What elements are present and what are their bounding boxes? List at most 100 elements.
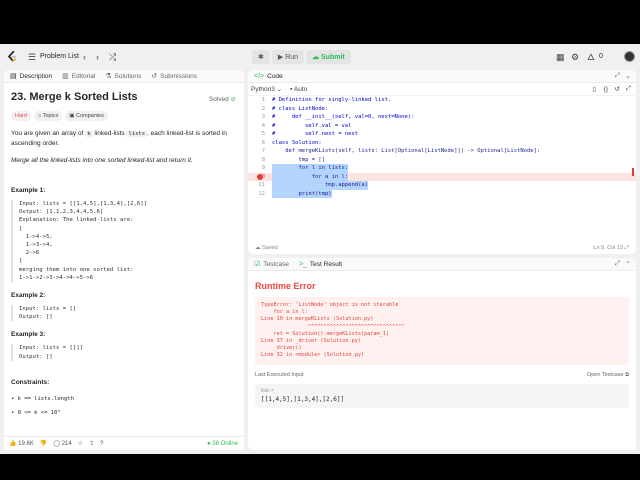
problem-list-link[interactable]: Problem List	[40, 53, 79, 60]
constraints-list: • k == lists.length • 0 <= k <= 10⁴	[11, 392, 237, 420]
example-3-body: Input: lists = [[]] Output: []	[11, 344, 237, 361]
debug-button[interactable]: ✱	[252, 50, 270, 64]
tab-code[interactable]: </> Code	[254, 73, 283, 80]
coins-count: 0	[599, 53, 603, 60]
tab-submissions-label: Submissions	[160, 72, 198, 80]
code-line: 1 # Definition for singly-linked list.	[248, 96, 636, 105]
tab-description[interactable]: ▤ Description	[10, 73, 52, 80]
prev-problem-icon[interactable]: ‹	[83, 52, 86, 62]
like-button[interactable]: 👍 19.6K	[9, 440, 34, 447]
code-text: tmp = []	[272, 156, 325, 163]
editor-status-bar: ☁ Saved Ln 9, Col 13 ⤢	[248, 242, 636, 254]
next-problem-icon[interactable]: ›	[96, 52, 99, 62]
intro-code-k: k	[85, 131, 93, 137]
difficulty-badge: Hard	[11, 111, 31, 121]
autocomplete-toggle[interactable]: ▪ Auto	[290, 86, 307, 93]
help-button[interactable]: ?	[100, 441, 103, 447]
fullscreen-icon[interactable]: ⤢	[626, 85, 631, 93]
settings-icon[interactable]: ⚙	[571, 52, 579, 62]
description-panel: ▤ Description ▥ Editorial ⚗ Solutions ↺ Subm…	[4, 70, 244, 450]
comment-count: 214	[61, 441, 72, 447]
code-text: # self.next = next	[272, 131, 359, 137]
autocomplete-label: Auto	[293, 85, 308, 93]
bug-icon: ✱	[258, 53, 264, 61]
submit-button[interactable]: ☁ Submit	[306, 50, 351, 64]
history-icon: ↺	[151, 72, 158, 80]
code-text: tmp.append(a)	[272, 181, 369, 190]
code-line: 4 # self.val = val	[248, 122, 636, 131]
share-icon: ⇪	[89, 441, 95, 447]
code-editor[interactable]: 1 # Definition for singly-linked list. 2 #…	[248, 96, 636, 241]
topics-tag[interactable]: ⌂ Topics	[33, 111, 63, 121]
code-line-selected: 11 tmp.append(a)	[248, 181, 636, 190]
play-icon: ▶	[277, 53, 284, 61]
line-number: 8	[261, 156, 265, 163]
run-button[interactable]: ▶ Run	[271, 50, 305, 64]
tab-testcase[interactable]: ☑ Testcase	[254, 261, 289, 268]
online-count: ● 36 Online	[207, 440, 238, 447]
shuffle-icon[interactable]: ⤮	[109, 52, 116, 62]
line-number: 9	[261, 165, 265, 171]
dislike-button[interactable]: 👎	[40, 440, 47, 447]
example-2-heading: Example 2:	[11, 292, 46, 300]
saved-status: ☁ Saved	[255, 245, 278, 251]
code-line: 8 tmp = []	[248, 156, 636, 165]
tab-code-label: Code	[267, 72, 283, 80]
layout-icon[interactable]: ▦	[556, 52, 565, 62]
line-number: 1	[261, 97, 265, 103]
result-title: Runtime Error	[255, 281, 316, 291]
tab-description-label: Description	[19, 72, 53, 80]
example-3-heading: Example 3:	[11, 331, 46, 339]
code-line-selected: 9 for l in lists:	[248, 164, 636, 173]
code-text: for a in l:	[272, 172, 349, 181]
code-text: # def __init__(self, val=0, next=None):	[272, 114, 415, 120]
intro-text-a: You are given an array of	[11, 130, 86, 137]
last-input-header: Last Executed Input Open Testcase ⧉	[255, 372, 629, 379]
maximize-icon[interactable]: ⤢	[615, 72, 620, 80]
tab-solutions[interactable]: ⚗ Solutions	[105, 73, 141, 80]
problem-task: Merge all the linked-lists into one sort…	[11, 157, 193, 164]
tab-test-result[interactable]: >_ Test Result	[299, 261, 342, 268]
cursor-position: Ln 9, Col 13 ⤢	[593, 245, 629, 252]
like-count: 19.6K	[18, 441, 34, 447]
check-circle-icon: ⊘	[230, 96, 236, 103]
open-testcase-link[interactable]: Open Testcase ⧉	[587, 372, 629, 379]
expand-icon[interactable]: ⤢	[625, 245, 629, 251]
code-line: 5 # self.next = next	[248, 130, 636, 139]
share-button[interactable]: ⇪	[89, 440, 94, 447]
code-line: 2 # class ListNode:	[248, 105, 636, 114]
online-label: 36 Online	[212, 440, 238, 447]
leetcode-logo-icon[interactable]	[8, 51, 18, 63]
line-number: 6	[261, 139, 265, 146]
collapse-icon[interactable]: ⌃	[626, 260, 631, 268]
input-param-label: lists =	[261, 388, 274, 394]
question-icon: ?	[100, 440, 104, 447]
reset-icon[interactable]: ↺	[615, 85, 620, 93]
code-text: print(tmp)	[272, 189, 332, 198]
avatar[interactable]	[624, 51, 635, 62]
tab-editorial-label: Editorial	[71, 72, 96, 80]
lock-icon: ▪	[290, 85, 293, 93]
language-select[interactable]: Python3 ⌄	[251, 85, 282, 93]
collapse-icon[interactable]: ⌄	[626, 72, 631, 80]
constraints-heading: Constraints:	[11, 378, 50, 386]
terminal-icon: >_	[298, 260, 307, 268]
code-tabs: </> Code ⤢ ⌄	[248, 70, 636, 83]
topics-label: Topics	[42, 113, 59, 119]
tab-editorial[interactable]: ▥ Editorial	[62, 73, 95, 80]
favorite-button[interactable]: ☆	[78, 440, 83, 447]
comments-button[interactable]: ◯ 214	[53, 440, 71, 447]
comment-icon: ◯	[53, 441, 61, 447]
flask-icon: ⚗	[105, 72, 112, 80]
code-panel: </> Code ⤢ ⌄ Python3 ⌄ ▪ Auto ▯ {} ↺ ⤢ 1 #…	[248, 70, 636, 254]
line-number: 11	[258, 182, 265, 188]
lock-icon: ▣	[69, 113, 75, 119]
format-icon[interactable]: {}	[604, 86, 608, 93]
fire-icon[interactable]: 🜂	[587, 52, 595, 62]
maximize-icon[interactable]: ⤢	[615, 260, 620, 268]
bookmark-icon[interactable]: ▯	[592, 85, 596, 93]
tab-submissions[interactable]: ↺ Submissions	[151, 73, 197, 80]
list-icon[interactable]: ☰	[28, 52, 36, 62]
solved-label: Solved	[208, 96, 229, 103]
companies-tag[interactable]: ▣ Companies	[65, 111, 108, 121]
